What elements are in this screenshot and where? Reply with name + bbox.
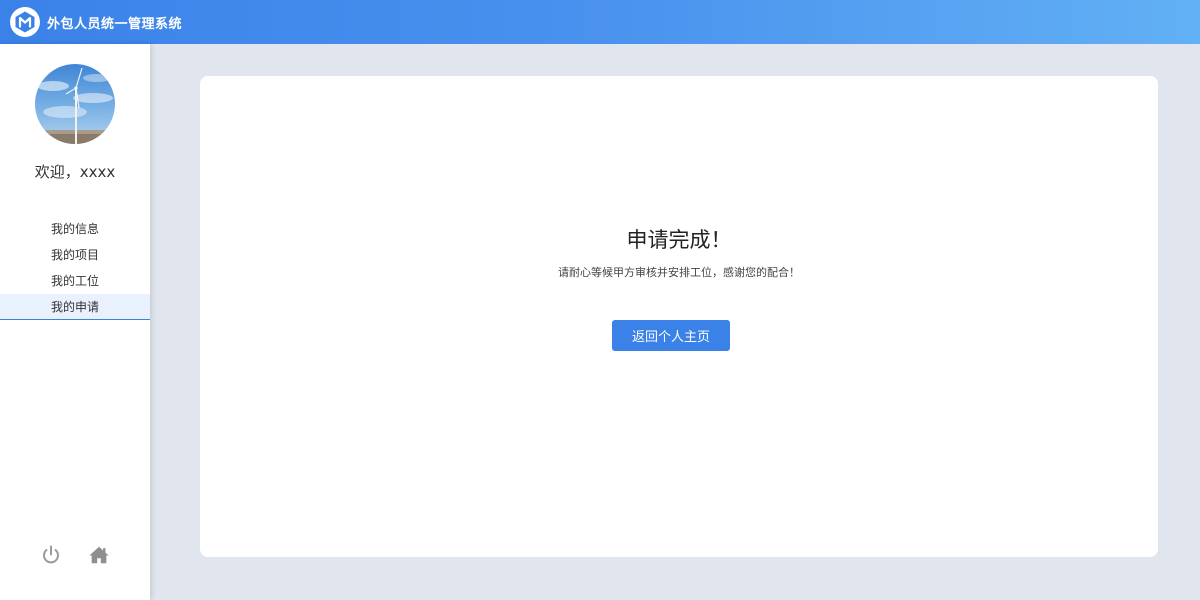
welcome-text: 欢迎，xxxx (34, 163, 116, 181)
power-icon[interactable] (40, 544, 62, 566)
sidebar-item-my-projects[interactable]: 我的项目 (0, 242, 150, 268)
sidebar-item-my-applications[interactable]: 我的申请 (0, 294, 150, 320)
sidebar-nav: 我的信息 我的项目 我的工位 我的申请 (0, 216, 150, 320)
sidebar-bottom-actions (0, 544, 150, 566)
sidebar-item-my-info[interactable]: 我的信息 (0, 216, 150, 242)
app-header: 外包人员统一管理系统 (0, 0, 1200, 44)
result-card: 申请完成！ 请耐心等候甲方审核并安排工位，感谢您的配合！ 返回个人主页 (200, 76, 1158, 557)
back-to-home-button[interactable]: 返回个人主页 (612, 320, 730, 351)
avatar[interactable] (35, 64, 115, 144)
home-icon[interactable] (88, 544, 110, 566)
app-title: 外包人员统一管理系统 (47, 16, 183, 32)
result-message: 请耐心等候甲方审核并安排工位，感谢您的配合！ (558, 266, 800, 279)
sidebar-item-my-workstation[interactable]: 我的工位 (0, 268, 150, 294)
result-title: 申请完成！ (626, 228, 732, 252)
sidebar: 欢迎，xxxx 我的信息 我的项目 我的工位 我的申请 (0, 44, 150, 600)
app-logo-icon (10, 7, 40, 37)
